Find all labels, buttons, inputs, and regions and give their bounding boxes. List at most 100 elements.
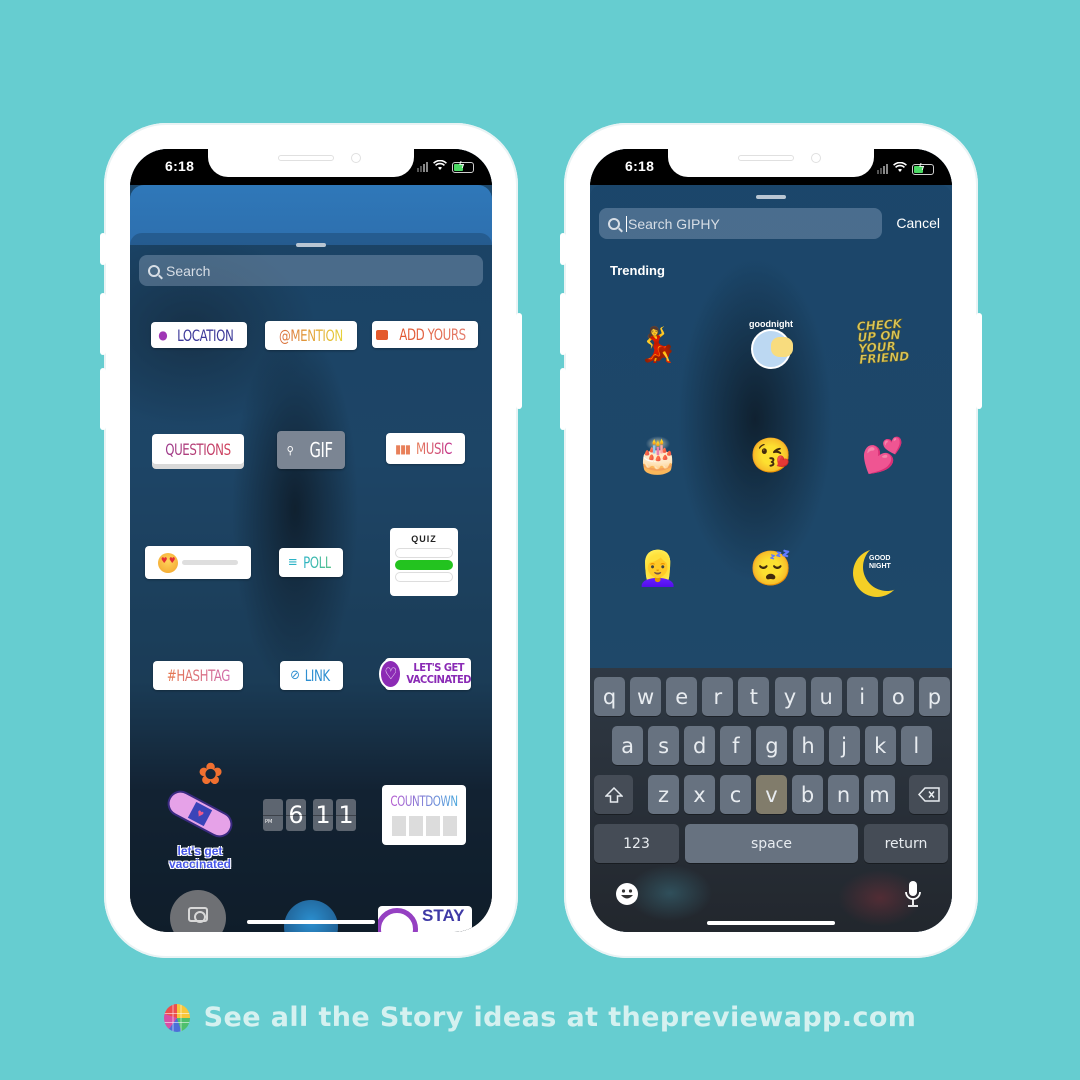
key-d[interactable]: d bbox=[684, 726, 716, 765]
wifi-icon bbox=[893, 160, 907, 178]
shift-icon bbox=[604, 786, 623, 803]
music-sticker[interactable]: ▮▮▮ MUSIC bbox=[386, 433, 465, 464]
music-bars-icon: ▮▮▮ bbox=[395, 441, 411, 456]
slider-track bbox=[182, 560, 238, 565]
quiz-option bbox=[395, 548, 453, 558]
gif-check-up-on-your-friend[interactable]: CHECK UP ON YOUR FRIEND bbox=[848, 307, 918, 377]
key-z[interactable]: z bbox=[648, 775, 679, 814]
signal-icon bbox=[417, 162, 428, 172]
location-sticker[interactable]: ● LOCATION bbox=[151, 322, 247, 348]
crescent-moon-icon: GOOD NIGHT bbox=[863, 543, 911, 591]
key-s[interactable]: s bbox=[648, 726, 680, 765]
link-icon: ⊘ bbox=[290, 668, 300, 683]
emoji-slider-sticker[interactable] bbox=[145, 546, 251, 579]
speaker bbox=[738, 155, 794, 161]
bandage-icon bbox=[162, 786, 238, 842]
gif-sticker[interactable]: ⚲ GIF bbox=[277, 431, 345, 469]
key-j[interactable]: j bbox=[828, 726, 860, 765]
giphy-search-input[interactable]: Search GIPHY bbox=[599, 208, 882, 239]
cancel-button[interactable]: Cancel bbox=[896, 215, 940, 231]
key-v[interactable]: v bbox=[756, 775, 787, 814]
badge-text: LET'S GET VACCINATED bbox=[406, 661, 471, 686]
shift-key[interactable] bbox=[594, 775, 633, 814]
key-y[interactable]: y bbox=[774, 677, 806, 716]
key-n[interactable]: n bbox=[828, 775, 859, 814]
gif-goodnight-moon[interactable]: goodnight bbox=[736, 309, 806, 379]
key-c[interactable]: c bbox=[720, 775, 751, 814]
heart-house-icon bbox=[378, 908, 418, 932]
signal-icon bbox=[877, 164, 888, 174]
mention-sticker[interactable]: @MENTION bbox=[265, 321, 357, 350]
backspace-key[interactable] bbox=[909, 775, 948, 814]
key-e[interactable]: e bbox=[666, 677, 698, 716]
photo-sticker-button[interactable] bbox=[284, 900, 338, 932]
preview-app-logo-icon bbox=[163, 1003, 190, 1032]
key-w[interactable]: w bbox=[630, 677, 662, 716]
front-camera bbox=[351, 153, 361, 163]
search-icon: ⚲ bbox=[286, 443, 294, 457]
key-b[interactable]: b bbox=[792, 775, 823, 814]
camera-button[interactable] bbox=[170, 890, 226, 932]
microphone-icon[interactable] bbox=[904, 880, 922, 914]
link-sticker[interactable]: ⊘ LINK bbox=[280, 661, 343, 690]
key-p[interactable]: p bbox=[918, 677, 950, 716]
speaker bbox=[278, 155, 334, 161]
key-r[interactable]: r bbox=[702, 677, 734, 716]
gif-good-night-crescent[interactable]: GOOD NIGHT bbox=[852, 532, 922, 602]
key-h[interactable]: h bbox=[792, 726, 824, 765]
gif-hanging-hearts[interactable]: 💕 bbox=[848, 421, 918, 491]
gif-birthday-cake[interactable]: 🎂 bbox=[623, 421, 693, 491]
mute-switch bbox=[100, 233, 106, 265]
power-button bbox=[976, 313, 982, 409]
key-m[interactable]: m bbox=[864, 775, 895, 814]
search-icon bbox=[148, 264, 160, 277]
countdown-cells bbox=[391, 816, 457, 836]
add-yours-sticker[interactable]: ADD YOURS bbox=[372, 321, 478, 348]
gif-carnival-dancer[interactable]: 💃 bbox=[623, 310, 693, 380]
lets-get-vaccinated-badge-sticker[interactable]: ♡ LET'S GET VACCINATED bbox=[379, 658, 471, 690]
home-indicator[interactable] bbox=[707, 921, 835, 925]
caption-text[interactable]: See all the Story ideas at thepreviewapp… bbox=[204, 1002, 917, 1033]
status-icons: ϟ bbox=[877, 160, 934, 178]
key-g[interactable]: g bbox=[756, 726, 788, 765]
backspace-icon bbox=[917, 787, 940, 802]
key-q[interactable]: q bbox=[594, 677, 625, 716]
wifi-icon bbox=[433, 159, 447, 174]
hashtag-sticker[interactable]: #HASHTAG bbox=[153, 661, 243, 690]
gif-sleeping-girl[interactable]: 😴 bbox=[736, 534, 806, 604]
poll-sticker[interactable]: ≡ POLL bbox=[279, 548, 343, 577]
time-sticker[interactable]: PM 6 1 1 bbox=[263, 799, 356, 831]
front-camera bbox=[811, 153, 821, 163]
key-u[interactable]: u bbox=[810, 677, 842, 716]
drag-handle[interactable] bbox=[296, 243, 326, 247]
countdown-sticker[interactable]: COUNTDOWN bbox=[382, 785, 466, 845]
key-a[interactable]: a bbox=[612, 726, 643, 765]
return-key[interactable]: return bbox=[864, 824, 948, 863]
home-indicator[interactable] bbox=[247, 920, 375, 924]
emoji-keyboard-icon[interactable] bbox=[615, 882, 639, 912]
heart-icon: ♡ bbox=[379, 659, 403, 689]
status-time: 6:18 bbox=[165, 158, 195, 174]
camera-icon bbox=[188, 906, 208, 923]
key-i[interactable]: i bbox=[846, 677, 878, 716]
stay-home-sticker[interactable]: STAY bbox=[378, 906, 472, 932]
key-k[interactable]: k bbox=[864, 726, 896, 765]
location-pin-icon: ● bbox=[158, 328, 168, 342]
sticker-search-input[interactable]: Search bbox=[139, 255, 483, 286]
vaccinated-caption: let's get vaccinated bbox=[168, 844, 232, 871]
key-t[interactable]: t bbox=[738, 677, 770, 716]
numbers-key[interactable]: 123 bbox=[594, 824, 679, 863]
key-f[interactable]: f bbox=[720, 726, 752, 765]
lets-get-vaccinated-sticker[interactable]: ✿ let's get vaccinated bbox=[160, 758, 240, 871]
right-phone-frame: 6:18 ϟ Search GIPHY Cancel Trending 💃 go… bbox=[560, 123, 982, 958]
drag-handle[interactable] bbox=[756, 195, 786, 199]
key-o[interactable]: o bbox=[882, 677, 914, 716]
search-icon bbox=[608, 217, 620, 230]
space-key[interactable]: space bbox=[685, 824, 858, 863]
gif-kissing-face[interactable]: 😘 bbox=[736, 421, 806, 491]
key-x[interactable]: x bbox=[684, 775, 715, 814]
questions-sticker[interactable]: QUESTIONS bbox=[152, 434, 244, 464]
key-l[interactable]: l bbox=[900, 726, 932, 765]
quiz-sticker[interactable]: QUIZ bbox=[390, 528, 458, 596]
gif-blonde-girl-hearts[interactable]: 👱‍♀️ bbox=[623, 534, 693, 604]
